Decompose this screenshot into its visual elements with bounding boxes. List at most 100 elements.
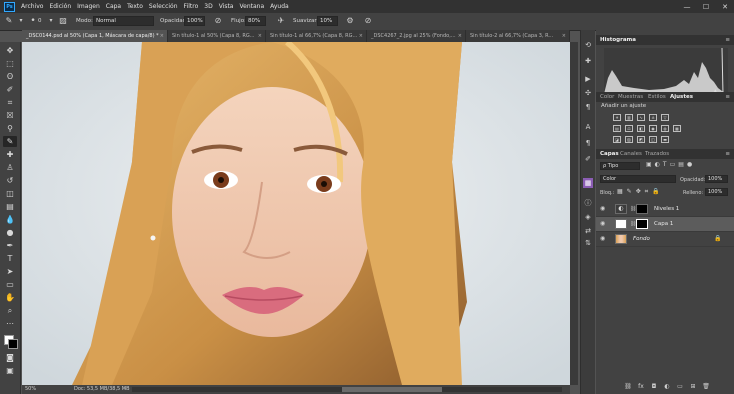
fx-icon[interactable]: fx bbox=[637, 383, 645, 391]
brush-tool-icon[interactable]: ✎ bbox=[3, 136, 17, 147]
eraser-icon[interactable]: ◫ bbox=[3, 188, 17, 199]
lock-position-icon[interactable]: ✥ bbox=[636, 188, 641, 196]
maximize-button[interactable]: ☐ bbox=[697, 0, 715, 13]
menu-3d[interactable]: 3D bbox=[204, 3, 212, 10]
photo-filter-icon[interactable]: ◉ bbox=[649, 125, 657, 132]
color-lookup-icon[interactable]: ▦ bbox=[673, 125, 681, 132]
new-adjustment-icon[interactable]: ◐ bbox=[663, 383, 671, 391]
posterize-icon[interactable]: ▨ bbox=[625, 136, 633, 143]
zoom-tool-icon[interactable]: ⌕ bbox=[3, 305, 17, 316]
actions-icon[interactable]: ▶ bbox=[583, 74, 593, 84]
gear-icon[interactable]: ⚙ bbox=[345, 16, 355, 26]
eyedropper-icon[interactable]: ⚲ bbox=[3, 123, 17, 134]
notes-icon[interactable]: ⇅ bbox=[583, 238, 593, 248]
brush-size-value[interactable]: 0 bbox=[38, 18, 42, 24]
tab-ajustes[interactable]: Ajustes bbox=[670, 92, 693, 102]
close-tab-icon[interactable]: × bbox=[258, 30, 262, 42]
quick-selection-icon[interactable]: ✐ bbox=[3, 84, 17, 95]
eye-icon[interactable]: ◉ bbox=[600, 235, 607, 242]
marquee-tool-icon[interactable]: ⬚ bbox=[3, 58, 17, 69]
layer-row[interactable]: ◉ Fondo 🔒 bbox=[596, 232, 734, 247]
menu-imagen[interactable]: Imagen bbox=[77, 3, 100, 10]
airbrush-icon[interactable]: ✈ bbox=[276, 16, 286, 26]
menu-texto[interactable]: Texto bbox=[127, 3, 143, 10]
smoothing-field[interactable]: 10% bbox=[317, 16, 338, 26]
layer-name[interactable]: Capa 1 bbox=[654, 221, 673, 227]
hue-saturation-icon[interactable]: ▤ bbox=[613, 125, 621, 132]
new-layer-icon[interactable]: ⊞ bbox=[689, 383, 697, 391]
menu-capa[interactable]: Capa bbox=[106, 3, 121, 10]
hand-tool-icon[interactable]: ✋ bbox=[3, 292, 17, 303]
tab-dsc0144[interactable]: _DSC0144.psd al 50% (Capa 1, Máscara de … bbox=[22, 30, 168, 42]
minimize-button[interactable]: — bbox=[678, 0, 696, 13]
history-brush-icon[interactable]: ↺ bbox=[3, 175, 17, 186]
layer-row-selected[interactable]: ◉ ⛓ Capa 1 bbox=[596, 217, 734, 232]
menu-seleccion[interactable]: Selección bbox=[149, 3, 178, 10]
panel-menu-icon[interactable]: ≡ bbox=[725, 35, 730, 45]
menu-ayuda[interactable]: Ayuda bbox=[270, 3, 289, 10]
tab-sin-titulo-1-50[interactable]: Sin título-1 al 50% (Capa 8, RG... × bbox=[168, 30, 266, 42]
panel-menu-icon[interactable]: ≡ bbox=[725, 92, 730, 102]
tab-sin-titulo-2[interactable]: Sin título-2 al 66,7% (Capa 3, R... × bbox=[466, 30, 570, 42]
chevron-down-icon[interactable]: ▾ bbox=[16, 16, 26, 26]
background-color-swatch[interactable] bbox=[8, 339, 18, 349]
mode-select[interactable]: Normal bbox=[93, 16, 154, 26]
fill-field[interactable]: 100% bbox=[705, 188, 728, 196]
lock-all-icon[interactable]: 🔒 bbox=[652, 188, 659, 196]
document-canvas[interactable] bbox=[22, 42, 570, 385]
threshold-icon[interactable]: ◩ bbox=[637, 136, 645, 143]
pressure-opacity-icon[interactable]: ⊘ bbox=[213, 16, 223, 26]
brushes-icon[interactable]: ✐ bbox=[583, 154, 593, 164]
layer-filter-select[interactable]: ρ Tipo bbox=[600, 162, 640, 170]
clone-stamp-icon[interactable]: ♙ bbox=[3, 162, 17, 173]
close-tab-icon[interactable]: × bbox=[562, 30, 566, 42]
tab-histogram[interactable]: Histograma bbox=[600, 35, 636, 45]
scrollbar-thumb[interactable] bbox=[342, 387, 442, 392]
lock-transparent-icon[interactable]: ▦ bbox=[617, 188, 623, 196]
menu-edicion[interactable]: Edición bbox=[49, 3, 71, 10]
eye-icon[interactable]: ◉ bbox=[600, 205, 607, 212]
move-tool-icon[interactable]: ✥ bbox=[3, 45, 17, 56]
eye-icon[interactable]: ◉ bbox=[600, 220, 607, 227]
type-filter-icon[interactable]: T bbox=[663, 161, 667, 168]
tab-dsc4267[interactable]: _DSC4267_2.jpg al 25% (Fondo,... × bbox=[367, 30, 466, 42]
menu-ventana[interactable]: Ventana bbox=[239, 3, 264, 10]
path-selection-icon[interactable]: ➤ bbox=[3, 266, 17, 277]
pen-tool-icon[interactable]: ✒ bbox=[3, 240, 17, 251]
tab-color[interactable]: Color bbox=[600, 92, 614, 102]
lasso-tool-icon[interactable]: ʘ bbox=[3, 71, 17, 82]
black-white-icon[interactable]: ◧ bbox=[637, 125, 645, 132]
adjustment-filter-icon[interactable]: ◐ bbox=[655, 161, 660, 168]
dodge-tool-icon[interactable]: ● bbox=[3, 227, 17, 238]
layer-row[interactable]: ◉ ◐ ⛓ Niveles 1 bbox=[596, 202, 734, 217]
brush-tool-preset-icon[interactable]: ✎ bbox=[4, 16, 14, 26]
brush-settings-icon[interactable]: ▨ bbox=[58, 16, 68, 26]
brush-tip-icon[interactable]: • bbox=[28, 16, 38, 26]
screen-mode-icon[interactable]: ▣ bbox=[3, 365, 17, 376]
menu-vista[interactable]: Vista bbox=[219, 3, 234, 10]
layer-name[interactable]: Niveles 1 bbox=[654, 206, 679, 212]
panel-menu-icon[interactable]: ≡ bbox=[725, 149, 730, 159]
swatches-icon[interactable]: ▦ bbox=[583, 178, 593, 188]
vertical-scrollbar[interactable] bbox=[570, 42, 578, 385]
type-tool-icon[interactable]: T bbox=[3, 253, 17, 264]
paths-icon[interactable]: ⓘ bbox=[583, 198, 593, 208]
gradient-map-icon[interactable]: ▬ bbox=[661, 136, 669, 143]
menu-filtro[interactable]: Filtro bbox=[184, 3, 199, 10]
menu-archivo[interactable]: Archivo bbox=[21, 3, 43, 10]
add-mask-icon[interactable]: ◘ bbox=[650, 383, 658, 391]
horizontal-scrollbar[interactable] bbox=[132, 387, 562, 392]
new-group-icon[interactable]: ▭ bbox=[676, 383, 684, 391]
color-balance-icon[interactable]: ⚖ bbox=[625, 125, 633, 132]
character-icon[interactable]: A bbox=[583, 122, 593, 132]
shape-filter-icon[interactable]: ▭ bbox=[670, 161, 676, 168]
chevron-down-icon[interactable]: ▾ bbox=[46, 16, 56, 26]
brightness-contrast-icon[interactable]: ☀ bbox=[613, 114, 621, 121]
flow-field[interactable]: 80% bbox=[245, 16, 266, 26]
close-window-button[interactable]: ✕ bbox=[716, 0, 734, 13]
channel-mixer-icon[interactable]: ◍ bbox=[661, 125, 669, 132]
selective-color-icon[interactable]: ◫ bbox=[649, 136, 657, 143]
tab-capas[interactable]: Capas bbox=[600, 149, 619, 159]
libraries-icon[interactable]: ✣ bbox=[583, 88, 593, 98]
filter-toggle-icon[interactable]: ● bbox=[687, 161, 692, 168]
